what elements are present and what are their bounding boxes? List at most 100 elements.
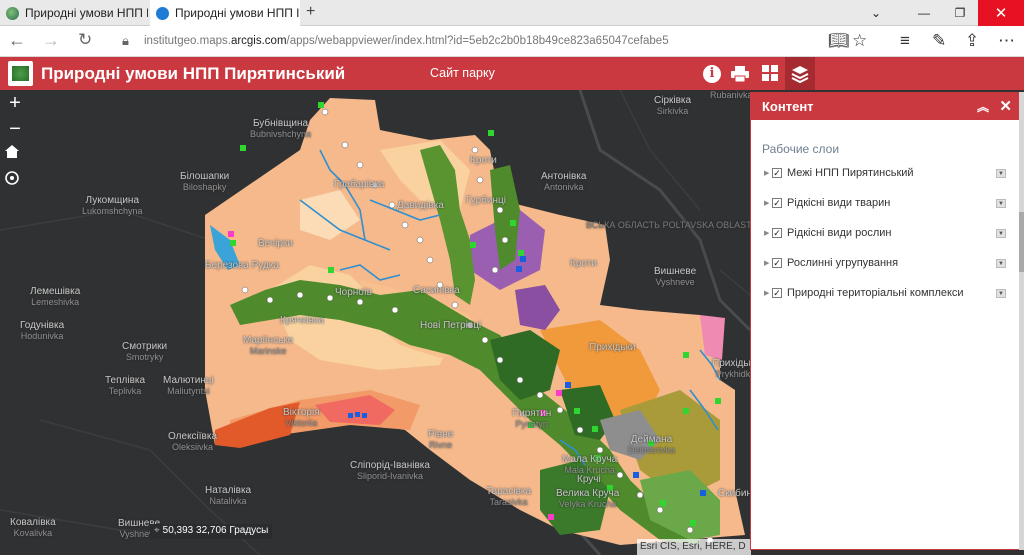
scrollbar-thumb[interactable] [1019,212,1024,272]
park-site-link[interactable]: Сайт парку [430,66,495,80]
place-name-latin: Sliporid-Ivanivka [356,471,423,481]
map-label: Лемешівка Lemeshivka [30,286,80,308]
place-name-latin: Pyriatyn [515,419,548,429]
layer-menu-icon[interactable]: ▼ [996,198,1006,208]
place-name-latin: Marinske [249,346,287,356]
browser-tab[interactable]: Природні умови НПП Пир [0,0,148,26]
page-scrollbar[interactable] [1019,92,1024,550]
map-label: Гурбинці [466,195,506,206]
place-name: Бубнівщина [252,118,309,129]
map-label: Сірківка Sirkivka [654,95,691,117]
expand-arrow-icon[interactable]: ▶ [764,289,769,297]
map-label: Rubanivka [710,90,753,101]
hub-icon[interactable]: ≡ [900,31,910,51]
layer-name: Межі НПП Пирятинський [787,167,914,179]
place-name: Вікторія [283,407,320,418]
layer-checkbox[interactable]: ✓ [772,228,782,238]
layer-checkbox[interactable]: ✓ [772,288,782,298]
locate-button[interactable] [4,170,26,192]
map-label: Березова Рудка [205,260,279,271]
map-label: Бубнівщина Bubnivshchyna [250,118,311,140]
basemap-gallery-button[interactable] [755,57,785,90]
layer-menu-icon[interactable]: ▼ [996,258,1006,268]
place-name: Ковалівка [10,517,56,528]
map-label: Прихідьки [589,342,636,353]
close-icon[interactable]: ✕ [999,97,1012,115]
app-header: Природні умови НПП Пирятинський Сайт пар… [0,57,1024,90]
expand-arrow-icon[interactable]: ▶ [764,229,769,237]
forward-icon[interactable]: → [42,30,60,51]
layer-menu-icon[interactable]: ▼ [996,168,1006,178]
zoom-out-button[interactable]: − [4,118,26,140]
new-tab-icon[interactable]: + [306,3,315,21]
map-label: Кроти [570,258,597,269]
refresh-icon[interactable]: ↻ [78,30,92,50]
map-label: Давидівка [397,200,444,211]
place-name-latin: Tarasivka [489,497,528,507]
layer-name: Рослинні угрупування [787,257,899,269]
place-name-latin: Maliutyntsi [167,386,210,396]
layer-checkbox[interactable]: ✓ [772,168,782,178]
share-icon[interactable]: ⇪ [965,31,979,51]
place-name: Білошапки [180,171,230,182]
layer-menu-icon[interactable]: ▼ [996,288,1006,298]
expand-arrow-icon[interactable]: ▶ [764,199,769,207]
map-label: Крячківка [280,315,324,326]
layer-item[interactable]: ▶ ✓ Межі НПП Пирятинський ▼ [751,158,1021,188]
home-button[interactable] [4,144,26,166]
place-name: Мала Круча [562,454,618,465]
place-name: Теплівка [105,375,146,386]
place-name-latin: Oleksiivka [172,442,214,452]
map-label: Грабарівка [334,179,384,190]
restore-icon[interactable]: ❐ [942,0,978,26]
layer-name: Рідкісні види рослин [787,227,892,239]
layer-menu-icon[interactable]: ▼ [996,228,1006,238]
browser-tab-bar: Природні умови НПП Пир Природні умови НП… [0,0,1024,26]
layer-list-button[interactable] [785,57,815,90]
url-field[interactable]: institutgeo.maps.arcgis.com/apps/webappv… [144,35,669,47]
layer-item[interactable]: ▶ ✓ Природні територіальні комплекси ▼ [751,278,1021,308]
map-label: Ковалівка Kovalivka [10,517,56,539]
map-label: Годунівка Hodunivka [20,320,64,342]
place-name: Давидівка [397,200,444,211]
arcgis-favicon-icon [156,6,169,20]
minimize-icon[interactable]: — [906,0,942,26]
layer-item[interactable]: ▶ ✓ Рідкісні види тварин ▼ [751,188,1021,218]
section-title: Рабочие слои [762,142,840,156]
window-close-icon[interactable]: ✕ [978,0,1024,26]
print-button[interactable] [725,57,755,90]
place-name: Олексіївка [168,431,218,442]
favorite-star-icon[interactable]: ☆ [852,31,867,51]
zoom-in-button[interactable]: + [4,92,26,114]
place-name-latin: Teplivka [108,386,142,396]
map-label: Білошапки Biloshapky [180,171,229,193]
expand-arrow-icon[interactable]: ▶ [764,169,769,177]
info-button[interactable]: i [697,57,727,90]
tab-list-icon[interactable]: ⌄ [858,0,894,26]
expand-arrow-icon[interactable]: ▶ [764,259,769,267]
place-name: Березова Рудка [205,260,279,271]
place-name-latin: Rubanivka [710,90,753,100]
url-path: /apps/webappviewer/index.html?id=5eb2c2b… [286,35,669,47]
layer-item[interactable]: ▶ ✓ Рослинні угрупування ▼ [751,248,1021,278]
reading-view-icon[interactable]: 📖︎ [828,31,850,51]
collapse-icon[interactable]: ︽ [977,98,989,115]
layer-name: Природні територіальні комплекси [787,287,964,299]
layer-item[interactable]: ▶ ✓ Рідкісні види рослин ▼ [751,218,1021,248]
map-label: Деймана Deimanivka [628,434,675,456]
back-icon[interactable]: ← [8,30,26,51]
map-label: Вікторія Viktoriia [283,407,320,429]
web-note-icon[interactable]: ✎ [932,31,946,51]
more-icon[interactable]: ⋯ [998,31,1015,51]
tab-title: Природні умови НПП Пир [25,6,148,20]
layer-checkbox[interactable]: ✓ [772,258,782,268]
browser-tab-active[interactable]: Природні умови НПП I ✕ [150,0,300,26]
coordinate-readout[interactable]: ⌖ 50,393 32,706 Градусы [150,524,273,539]
place-name: Антонівка [541,171,587,182]
place-name: Прихідьки [589,342,636,353]
place-name-latin: Viktoriia [285,418,318,428]
grid-icon [761,65,778,81]
crosshair-icon: ⌖ [154,525,160,536]
layer-checkbox[interactable]: ✓ [772,198,782,208]
place-name: Кручі [577,474,601,485]
